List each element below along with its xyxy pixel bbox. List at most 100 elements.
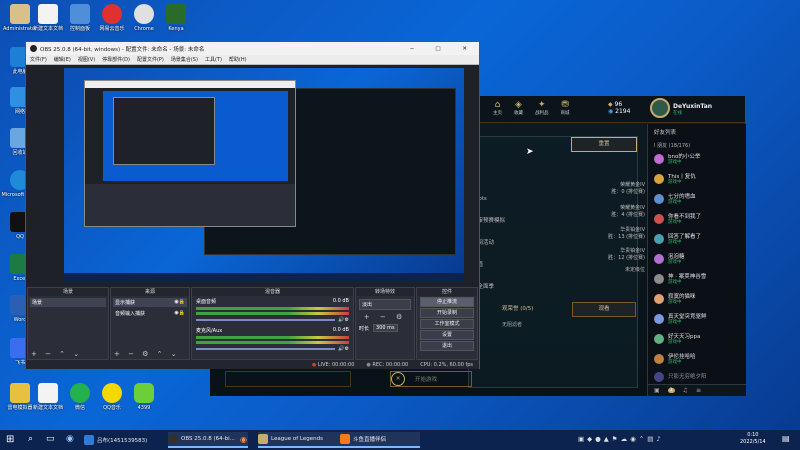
rank-row: 华贵铂金IV 胜：12 (排位赛) (608, 248, 645, 261)
menu-view[interactable]: 视图(V) (78, 56, 95, 63)
friend-item[interactable]: 好天天习ppa 游戏中 (654, 332, 700, 346)
settings-button[interactable]: 设置 (420, 330, 474, 340)
obs-titlebar: OBS 25.0.8 (64-bit, windows) - 配置文件: 未命名… (26, 42, 479, 55)
desktop-icon-4399[interactable]: 4399 (124, 383, 164, 411)
menu-tools[interactable]: 工具(T) (205, 56, 222, 63)
menu-file[interactable]: 文件(F) (30, 56, 47, 63)
task-view-icon[interactable]: ▭ (46, 434, 55, 444)
watch-button[interactable]: 观看 (572, 302, 636, 317)
obs-window[interactable]: OBS 25.0.8 (64-bit, windows) - 配置文件: 未命名… (25, 41, 480, 369)
nav-collection[interactable]: ◈ 收藏 (514, 100, 523, 116)
transition-select[interactable]: 淡出 (359, 299, 411, 310)
reset-button[interactable]: 重置 (571, 137, 637, 152)
scene-item[interactable]: 场景 (30, 298, 106, 307)
play-button[interactable]: ✕ 开始游戏 (390, 371, 472, 387)
friend-item[interactable]: 伊伦挂哈哈 游戏中 (654, 352, 696, 366)
nav-home[interactable]: ⌂ 主页 (493, 100, 502, 116)
search-icon[interactable]: ⌕ (28, 434, 33, 444)
avatar (654, 174, 664, 184)
chat-input[interactable] (225, 371, 351, 387)
friend-item[interactable]: 寂寞的猫咪 游戏中 (654, 292, 696, 306)
window-controls[interactable]: ─ □ ✕ (410, 46, 479, 52)
friends-header: 好友列表 (654, 130, 677, 136)
home-icon: ⌂ (494, 100, 501, 110)
audio-meter (196, 307, 349, 310)
friend-item[interactable]: 回答了解看了 游戏中 (654, 232, 701, 246)
obs-preview-canvas[interactable] (64, 68, 464, 282)
mixer-channel: 桌面音频 0.0 dB 🔊⚙ (196, 298, 349, 323)
duration-field[interactable]: 300 ms (373, 324, 398, 332)
friend-item[interactable]: 真天堂突竞驱鲜 游戏中 (654, 312, 707, 326)
steam-icon[interactable]: ◉ (66, 434, 74, 444)
menu-scene-collection[interactable]: 场景集合(S) (171, 56, 198, 63)
friend-item[interactable]: 你看不到我了 游戏中 (654, 212, 701, 226)
chat-icon[interactable]: ▣ (654, 387, 660, 394)
preview-nested-capture (103, 91, 288, 181)
loot-icon: ✦ (537, 100, 546, 110)
notification-icon[interactable]: ▤ (782, 434, 790, 443)
friends-toolbar: ▣ 3 ♫ ≡ (648, 384, 746, 396)
nav-store[interactable]: ⛃ 商城 (561, 100, 570, 116)
source-item[interactable]: 显示捕获 ◉🔒 (113, 298, 187, 307)
qq-icon (84, 435, 94, 445)
desktop-icon-kenya[interactable]: Kenya (156, 4, 196, 32)
rank-row: 荣耀黄金IV 胜：0 (排位赛) (611, 182, 645, 195)
clock[interactable]: 0:10 2022/5/14 (740, 432, 766, 446)
preview-nested-obs (113, 97, 215, 165)
avatar (654, 334, 664, 344)
settings-icon[interactable]: ≡ (696, 387, 701, 394)
start-button[interactable]: ⊞ (6, 434, 14, 446)
volume-slider[interactable] (196, 319, 336, 321)
avatar (654, 154, 664, 164)
friend-item[interactable]: bno的小公举 游戏中 (654, 152, 700, 166)
scenes-dock: 场景 场景 + − ⌃ ⌄ (27, 287, 109, 360)
exit-button[interactable]: 退出 (420, 341, 474, 351)
preview-obs-window (84, 80, 296, 227)
stop-streaming-button[interactable]: 停止推流 (420, 297, 474, 307)
menu-edit[interactable]: 编辑(E) (54, 56, 71, 63)
eye-icon[interactable]: ◉🔒 (174, 310, 185, 317)
taskbar-app-lol[interactable]: League of Legends (258, 432, 340, 448)
controls-dock: 控件 停止推流 开始录制 工作室模式 设置 退出 (416, 287, 478, 360)
menu-docks[interactable]: 停靠部件(D) (102, 56, 130, 63)
system-tray-icons[interactable]: ▣◆●▲⚑☁◉⌃▤♪ (578, 435, 664, 443)
taskbar-app-obs[interactable]: OBS 25.0.8 (64-bi... (168, 432, 248, 448)
douyu-icon (340, 434, 350, 444)
speaker-icon[interactable]: 🔊⚙ (338, 317, 349, 323)
lol-icon (258, 434, 268, 444)
speaker-icon[interactable]: 🔊⚙ (338, 346, 349, 352)
user-folder-icon (10, 4, 30, 24)
menu-help[interactable]: 帮助(H) (229, 56, 247, 63)
friend-item[interactable]: This丨复仇 游戏中 (654, 172, 696, 186)
obs-icon (168, 434, 178, 444)
friend-item[interactable]: 七分的嗜血 游戏中 (654, 192, 696, 206)
friends-group[interactable]: Ⅰ 朋友 (18/176) (648, 140, 746, 151)
friend-item[interactable]: 泡泡糖 游戏中 (654, 252, 685, 266)
rank-row: 荣耀黄金IV 胜：4 (排位赛) (611, 205, 645, 218)
preview-taskbar (64, 273, 464, 282)
eye-icon[interactable]: ◉🔒 (174, 299, 185, 306)
mixer-channel: 麦克风/Aux 0.0 dB 🔊⚙ (196, 327, 349, 352)
profile-avatar[interactable] (650, 98, 670, 118)
scene-toolbar[interactable]: + − ⌃ ⌄ (31, 350, 82, 358)
riot-points: ◉ 2194 (608, 108, 631, 115)
chrome-icon (134, 4, 154, 24)
taskbar: ⊞ ⌕ ▭ ◉ 吕布(1451539583) OBS 25.0.8 (64-bi… (0, 430, 800, 450)
wechat-icon (70, 383, 90, 403)
nav-loot[interactable]: ✦ 战利品 (535, 100, 549, 116)
volume-slider[interactable] (196, 348, 336, 350)
friend-item[interactable]: 只影无穷绝夕阳 (654, 370, 707, 384)
honor-sub-label: 无阻滤者 (502, 322, 523, 328)
firefox-icon[interactable]: ◉ (240, 435, 247, 444)
transition-add-remove[interactable]: + − ⚙ (359, 313, 411, 321)
store-icon: ⛃ (561, 100, 569, 110)
taskbar-app-qq[interactable]: 吕布(1451539583) (84, 432, 164, 448)
menu-profile[interactable]: 配置文件(P) (137, 56, 164, 63)
source-item[interactable]: 音频输入捕获 ◉🔒 (113, 309, 187, 318)
mic-icon[interactable]: ♫ (683, 387, 688, 394)
source-toolbar[interactable]: + − ⚙ ⌃ ⌄ (114, 350, 180, 358)
taskbar-app-douyu[interactable]: 斗鱼直播伴侣 (340, 432, 420, 448)
start-recording-button[interactable]: 开始录制 (420, 308, 474, 318)
studio-mode-button[interactable]: 工作室模式 (420, 319, 474, 329)
friend-item[interactable]: 神 · 案荚神谷雪 游戏中 (654, 272, 706, 286)
